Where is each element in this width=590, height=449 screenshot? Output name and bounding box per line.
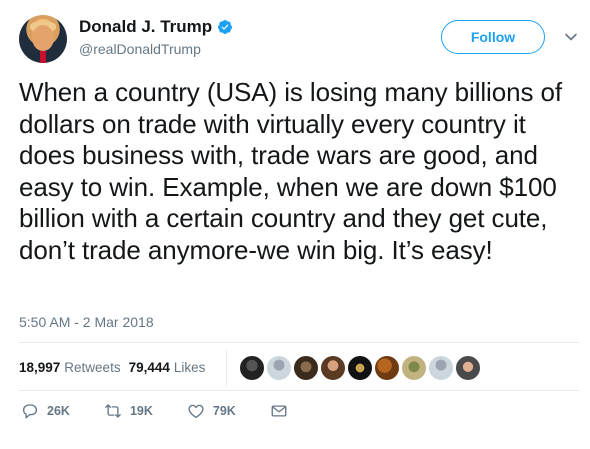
- liker-avatar[interactable]: [293, 355, 319, 381]
- avatar-tie: [40, 51, 46, 63]
- retweet-count: 19K: [129, 404, 153, 418]
- envelope-icon: [271, 405, 287, 417]
- chevron-down-icon[interactable]: [564, 30, 578, 44]
- author-name[interactable]: Donald J. Trump: [79, 17, 212, 37]
- engagement-stats: 18,997 Retweets 79,444 Likes: [19, 360, 205, 375]
- follow-button[interactable]: Follow: [441, 20, 545, 54]
- liker-avatar[interactable]: [455, 355, 481, 381]
- retweets-count[interactable]: 18,997: [19, 360, 60, 375]
- author-handle[interactable]: @realDonaldTrump: [79, 41, 201, 57]
- liker-avatars: [239, 355, 482, 381]
- liker-avatar[interactable]: [266, 355, 292, 381]
- liker-avatar[interactable]: [428, 355, 454, 381]
- liker-avatar[interactable]: [374, 355, 400, 381]
- like-count: 79K: [212, 404, 236, 418]
- avatar-face: [32, 25, 54, 51]
- retweets-label[interactable]: Retweets: [64, 360, 120, 375]
- likes-count[interactable]: 79,444: [129, 360, 170, 375]
- reply-count: 26K: [47, 404, 70, 418]
- reply-button[interactable]: 26K: [21, 402, 70, 420]
- likes-label[interactable]: Likes: [174, 360, 206, 375]
- liker-avatar[interactable]: [239, 355, 265, 381]
- tweet-timestamp[interactable]: 5:50 AM - 2 Mar 2018: [19, 314, 154, 330]
- tweet-actions: 26K 19K 79K: [21, 402, 322, 420]
- direct-message-button[interactable]: [270, 402, 288, 420]
- like-button[interactable]: 79K: [187, 402, 236, 420]
- divider-bottom: [19, 390, 580, 391]
- heart-icon: [188, 404, 204, 419]
- liker-avatar[interactable]: [320, 355, 346, 381]
- liker-avatar[interactable]: [401, 355, 427, 381]
- author-name-row: Donald J. Trump: [79, 17, 233, 37]
- tweet-text: When a country (USA) is losing many bill…: [19, 77, 562, 265]
- liker-avatar[interactable]: [347, 355, 373, 381]
- divider-top: [19, 342, 580, 343]
- avatar[interactable]: [19, 15, 67, 63]
- reply-icon: [22, 404, 38, 419]
- verified-badge-icon: [218, 20, 233, 34]
- retweet-button[interactable]: 19K: [104, 402, 153, 420]
- stats-separator: [226, 350, 227, 386]
- retweet-icon: [105, 404, 121, 418]
